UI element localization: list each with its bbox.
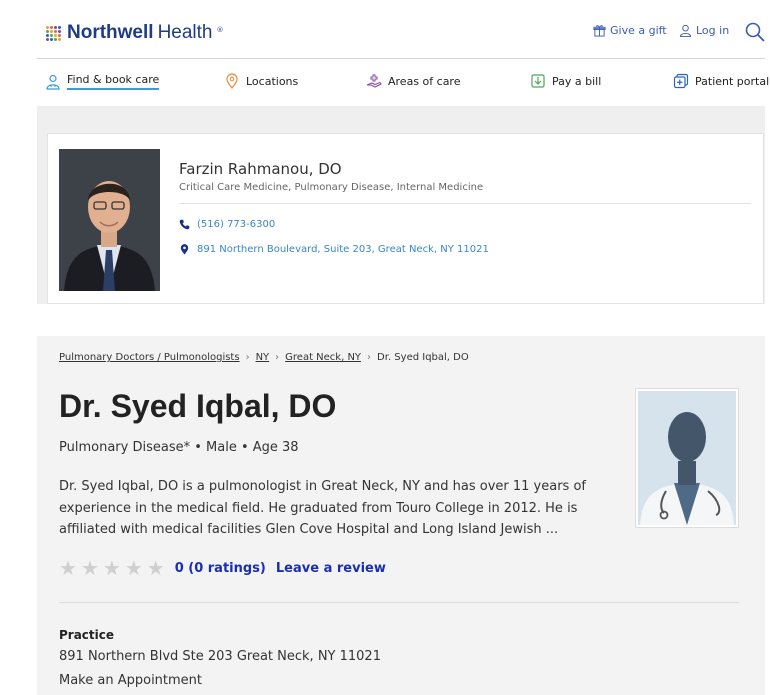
search-icon[interactable]: [745, 22, 765, 42]
nav-label: Find & book care: [67, 73, 160, 90]
nav-item-pay-bill[interactable]: Pay a bill: [530, 73, 601, 89]
card-divider: [179, 203, 751, 204]
breadcrumb-link[interactable]: Pulmonary Doctors / Pulmonologists: [59, 352, 240, 363]
brand-name-light: Health: [157, 22, 213, 43]
card-address[interactable]: 891 Northern Boulevard, Suite 203, Great…: [179, 244, 489, 255]
page-title: Dr. Syed Iqbal, DO: [59, 388, 337, 424]
log-in-label: Log in: [696, 24, 730, 37]
bill-icon: [531, 74, 545, 88]
star-icon: ★: [124, 556, 143, 580]
main-nav: Find & book care Locations Areas of care…: [37, 59, 769, 105]
nav-label: Pay a bill: [552, 74, 602, 88]
brand-mark: ®: [216, 26, 224, 34]
leave-review-link[interactable]: Leave a review: [276, 561, 386, 576]
doctor-photo: [59, 149, 160, 291]
chevron-right-icon: ›: [275, 352, 280, 363]
star-icon: ★: [102, 556, 121, 580]
breadcrumb-link[interactable]: Great Neck, NY: [285, 352, 361, 363]
chevron-right-icon: ›: [367, 352, 372, 363]
northwell-logo[interactable]: Northwell Health ®: [46, 22, 223, 44]
breadcrumb-link[interactable]: NY: [256, 352, 270, 363]
card-phone-number: (516) 773-6300: [197, 219, 276, 230]
profile-bio: Dr. Syed Iqbal, DO is a pulmonologist in…: [59, 479, 586, 537]
give-gift-link[interactable]: Give a gift: [593, 24, 667, 37]
nav-item-patient-portal[interactable]: Patient portal: [673, 73, 769, 89]
doctor-placeholder-avatar: [635, 388, 739, 528]
nav-item-find-book-care[interactable]: Find & book care: [45, 73, 160, 90]
brand-name-bold: Northwell: [67, 22, 154, 43]
user-icon: [679, 24, 692, 37]
header-section: Northwell Health ® Give a gift Log in Fi…: [0, 0, 770, 305]
map-pin-icon: [180, 244, 189, 255]
breadcrumb: Pulmonary Doctors / Pulmonologists › NY …: [59, 352, 469, 363]
nav-label: Locations: [246, 74, 299, 88]
chevron-right-icon: ›: [245, 352, 250, 363]
breadcrumb-current: Dr. Syed Iqbal, DO: [377, 352, 469, 363]
doctor-card: Farzin Rahmanou, DO Critical Care Medici…: [47, 133, 764, 304]
practice-address: 891 Northern Blvd Ste 203 Great Neck, NY…: [59, 649, 381, 664]
profile-subtitle: Pulmonary Disease* • Male • Age 38: [59, 440, 299, 455]
location-pin-icon: [226, 73, 238, 89]
rating-row: ★ ★ ★ ★ ★ 0 (0 ratings) Leave a review: [59, 558, 386, 578]
card-address-text: 891 Northern Boulevard, Suite 203, Great…: [197, 244, 489, 255]
hand-care-icon: [366, 74, 382, 88]
practice-heading: Practice: [59, 628, 115, 642]
section-divider: [59, 602, 739, 603]
rating-count-link[interactable]: 0 (0 ratings): [175, 561, 266, 576]
nav-item-areas-of-care[interactable]: Areas of care: [366, 73, 460, 89]
gift-icon: [593, 25, 606, 37]
make-appointment-link[interactable]: Make an Appointment: [59, 673, 202, 688]
logo-mark-icon: [46, 25, 61, 41]
doctor-icon: [46, 74, 60, 90]
profile-section: Pulmonary Doctors / Pulmonologists › NY …: [37, 336, 765, 695]
card-doctor-name[interactable]: Farzin Rahmanou, DO: [179, 160, 342, 178]
phone-icon: [179, 219, 190, 230]
portal-icon: [673, 73, 689, 89]
nav-label: Areas of care: [388, 74, 461, 88]
star-icon: ★: [146, 556, 165, 580]
card-specialties: Critical Care Medicine, Pulmonary Diseas…: [179, 182, 484, 193]
nav-label: Patient portal: [695, 74, 770, 88]
nav-item-locations[interactable]: Locations: [224, 73, 298, 89]
log-in-link[interactable]: Log in: [679, 24, 729, 37]
star-icon: ★: [59, 556, 77, 580]
card-phone[interactable]: (516) 773-6300: [179, 219, 275, 230]
give-gift-label: Give a gift: [610, 24, 667, 37]
star-icon: ★: [80, 556, 99, 580]
